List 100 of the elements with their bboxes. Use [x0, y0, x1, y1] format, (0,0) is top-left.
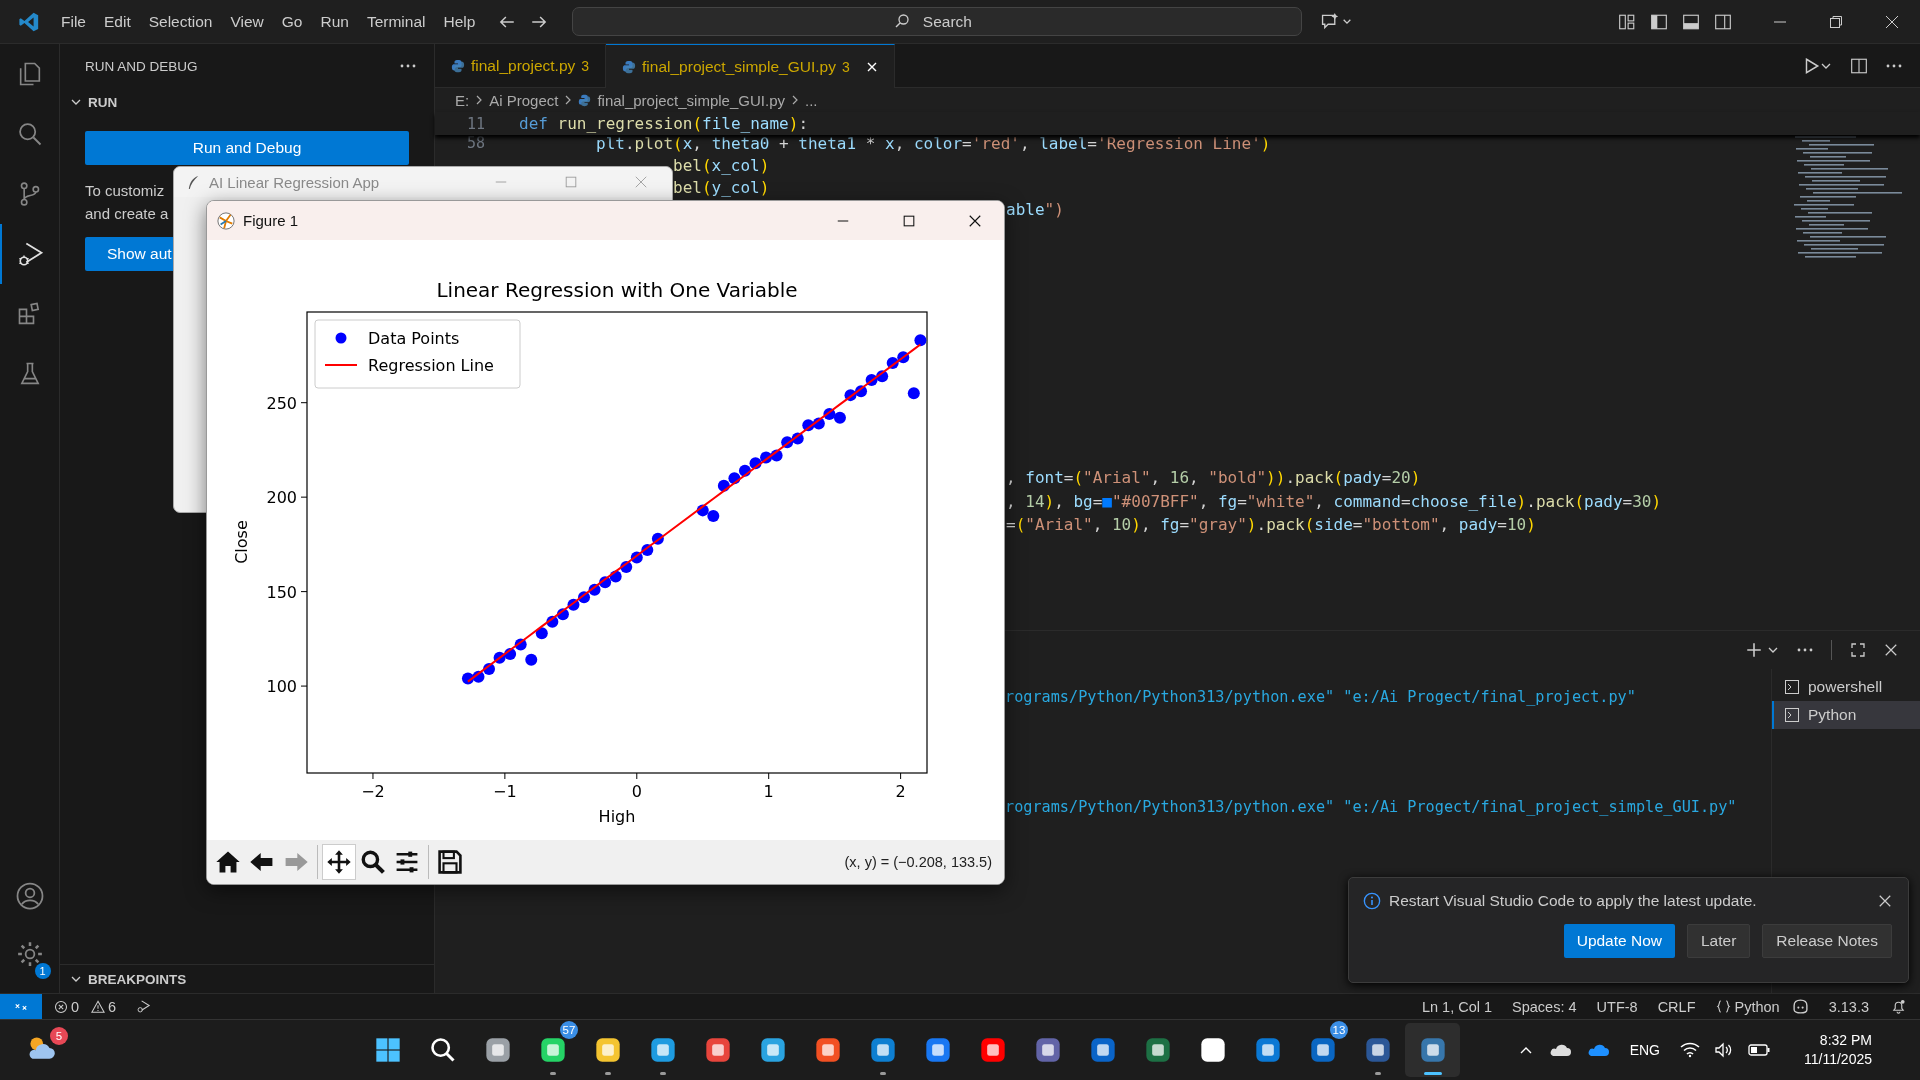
notification-button[interactable]: Later: [1687, 924, 1751, 958]
more-actions-icon[interactable]: [400, 64, 416, 68]
clock-date[interactable]: 11/11/2025: [1804, 1050, 1872, 1069]
code-line: able"): [1006, 199, 1064, 219]
code-line: =("Arial", 10), fg="gray").pack(side="bottom", pady=10): [1006, 515, 1536, 535]
data-point: [823, 408, 836, 421]
data-point: [651, 532, 664, 545]
layout-icon[interactable]: [1618, 12, 1636, 31]
error-count[interactable]: 0: [71, 998, 80, 1015]
copilot-icon[interactable]: [1791, 998, 1809, 1015]
python-file-icon: [622, 59, 637, 74]
run-and-debug-button[interactable]: Run and Debug: [85, 131, 409, 165]
data-point: [525, 653, 538, 666]
data-point: [717, 479, 730, 492]
breadcrumb-item[interactable]: E:: [455, 91, 470, 109]
status-item[interactable]: Ln 1, Col 1: [1421, 998, 1493, 1015]
section-header[interactable]: RUN: [60, 88, 434, 116]
split-editor-icon[interactable]: [1850, 56, 1868, 75]
new-terminal-icon[interactable]: [1745, 641, 1763, 659]
tick-label: 200: [266, 488, 297, 508]
notification-bell-icon[interactable]: [1891, 999, 1906, 1014]
status-item[interactable]: Spaces: 4: [1512, 998, 1577, 1015]
pan-tool-button[interactable]: [322, 844, 356, 880]
status-item[interactable]: CRLF: [1657, 998, 1696, 1015]
debug-icon[interactable]: [136, 999, 152, 1014]
menu-item[interactable]: Selection: [139, 8, 222, 35]
app-icon: [538, 1036, 567, 1064]
close-icon[interactable]: [1884, 13, 1900, 30]
data-point: [833, 411, 846, 424]
tick-mark: [300, 591, 308, 593]
data-point: [556, 608, 569, 621]
menu-item[interactable]: Run: [311, 8, 358, 35]
account-icon[interactable]: [14, 881, 45, 911]
data-point: [567, 598, 580, 611]
clock-time[interactable]: 8:32 PM: [1819, 1031, 1872, 1050]
terminal-icon: [1784, 707, 1800, 723]
warning-count[interactable]: 6: [108, 998, 117, 1015]
menu-item[interactable]: Go: [272, 8, 312, 35]
more-actions-icon[interactable]: [1886, 63, 1902, 68]
breadcrumb-item[interactable]: final_project_simple_GUI.py: [597, 91, 785, 109]
maximize-icon[interactable]: [902, 213, 916, 228]
notification-button[interactable]: Update Now: [1563, 924, 1675, 958]
data-point: [914, 334, 927, 347]
tick-label: 1: [763, 782, 774, 801]
menu-item[interactable]: Edit: [95, 8, 140, 35]
breadcrumb-item[interactable]: ...: [805, 91, 818, 109]
chevron-right-icon: [475, 94, 484, 106]
maximize-panel-icon[interactable]: [1850, 642, 1866, 658]
battery-icon[interactable]: [1748, 1044, 1770, 1056]
sidebar-toggle-icon[interactable]: [1650, 12, 1668, 31]
data-point: [770, 449, 783, 462]
menu-item[interactable]: Help: [434, 8, 485, 35]
tick-label: 250: [266, 393, 297, 413]
terminal-session-item[interactable]: powershell: [1772, 673, 1920, 701]
input-language[interactable]: ENG: [1629, 1042, 1660, 1058]
app-icon: [1308, 1036, 1337, 1064]
panel-toggle-icon[interactable]: [1682, 12, 1700, 31]
data-point: [897, 351, 910, 364]
data-point: [844, 389, 857, 402]
warning-icon[interactable]: [91, 999, 106, 1014]
home-icon: [215, 849, 241, 875]
app-icon: [593, 1036, 622, 1064]
show-button[interactable]: Show aut: [85, 237, 173, 271]
terminal-session-item[interactable]: Python: [1772, 701, 1920, 729]
status-item[interactable]: UTF-8: [1596, 998, 1638, 1015]
secondary-sidebar-icon[interactable]: [1714, 12, 1732, 31]
speaker-icon[interactable]: [1714, 1042, 1734, 1058]
menu-item[interactable]: View: [221, 8, 273, 35]
data-point: [760, 451, 773, 464]
legend-marker: [324, 364, 358, 366]
menu-item[interactable]: File: [52, 8, 95, 35]
code-line: bel(x_col): [673, 155, 770, 175]
data-point: [493, 651, 506, 664]
language-mode[interactable]: Python: [1715, 998, 1780, 1015]
wifi-icon[interactable]: [1680, 1042, 1700, 1058]
menu-item[interactable]: Terminal: [357, 8, 435, 35]
data-point: [749, 457, 762, 470]
breadcrumb-item[interactable]: Ai Progect: [489, 91, 559, 109]
close-icon[interactable]: [968, 213, 982, 228]
panel-title: RUN AND DEBUG: [85, 58, 198, 74]
interpreter-version[interactable]: 3.13.3: [1828, 998, 1869, 1015]
data-point: [609, 570, 622, 583]
editor-tab[interactable]: final_project_simple_GUI.py 3: [606, 44, 895, 88]
restore-icon[interactable]: [1828, 13, 1844, 30]
tick-mark: [504, 772, 506, 780]
app-icon: [978, 1036, 1007, 1064]
notification-button[interactable]: Release Notes: [1762, 924, 1892, 958]
error-icon[interactable]: [54, 999, 68, 1014]
search-field[interactable]: Search: [572, 7, 1303, 36]
app-icon: [648, 1036, 677, 1064]
app-icon: [758, 1036, 787, 1064]
code-line: bel(y_col): [673, 177, 770, 197]
sliders-icon: [394, 849, 420, 875]
data-point: [907, 387, 920, 400]
data-point: [802, 419, 815, 432]
close-icon[interactable]: [865, 60, 878, 73]
legend-label: Regression Line: [368, 356, 494, 375]
more-actions-icon[interactable]: [1797, 648, 1813, 652]
taskbar-app-button[interactable]: [1405, 1023, 1460, 1077]
app-icon: [868, 1036, 897, 1064]
